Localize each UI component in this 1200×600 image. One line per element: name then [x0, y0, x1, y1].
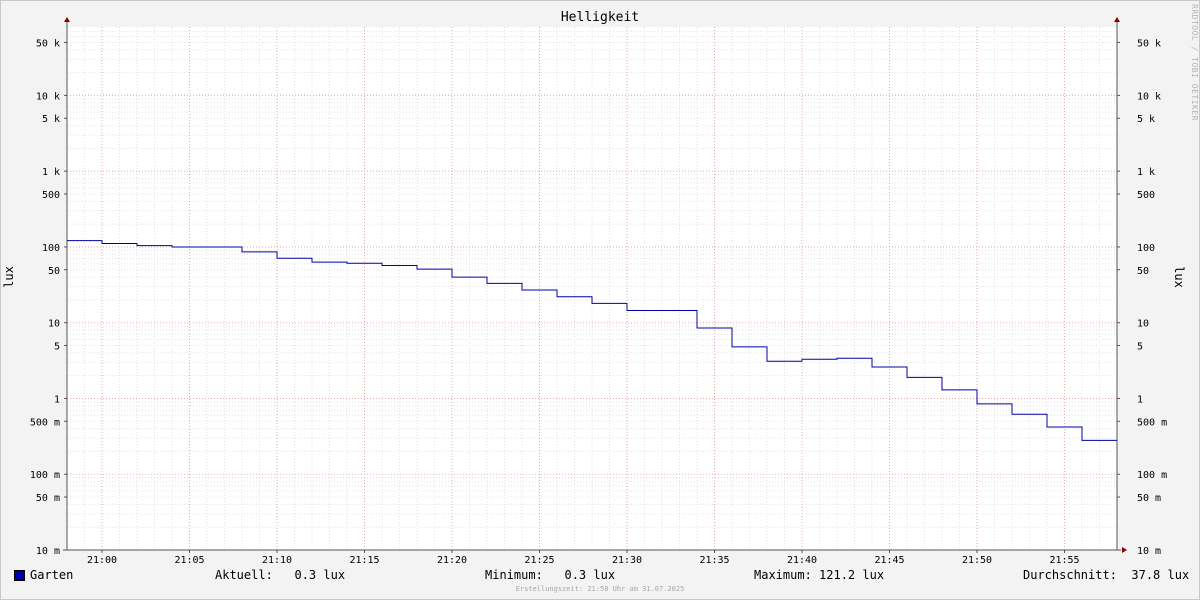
y-tick-label: 10: [48, 319, 60, 330]
y-tick-label: 1: [54, 394, 60, 405]
y-tick-label: 10 k: [1137, 91, 1161, 102]
x-tick-label: 21:40: [787, 555, 817, 566]
y-tick-label: 100 m: [1137, 470, 1167, 481]
y-tick-label: 50: [48, 266, 60, 277]
y-tick-label: 10 k: [36, 91, 60, 102]
y-tick-labels-right: 50 k 10 k 5 k 1 k 500 100 50 10 5 1 500 m 100 m 50 m…: [1137, 38, 1167, 557]
y-tick-label: 10 m: [1137, 546, 1161, 557]
x-axis-arrow: [1122, 547, 1127, 553]
x-tick-label: 21:25: [524, 555, 554, 566]
creation-timestamp: Erstellungszeit: 21:58 Uhr am 31.07.2025: [515, 585, 685, 593]
x-tick-label: 21:10: [262, 555, 292, 566]
y-tick-label: 50 k: [1137, 38, 1161, 49]
y-tick-label: 1 k: [42, 167, 60, 178]
y-tick-label: 50: [1137, 266, 1149, 277]
x-tick-label: 21:05: [174, 555, 204, 566]
legend-maximum: Maximum: 121.2 lux: [754, 568, 885, 582]
y-tick-label: 5: [1137, 342, 1143, 353]
y-axis-label-right: lux: [1171, 266, 1186, 288]
y-tick-label: 500: [42, 190, 60, 201]
x-tick-label: 21:45: [874, 555, 904, 566]
x-tick-label: 21:55: [1049, 555, 1079, 566]
y-tick-label: 50 k: [36, 38, 60, 49]
y-tick-label: 5 k: [42, 114, 60, 125]
y-tick-label: 5 k: [1137, 114, 1155, 125]
y-tick-label: 500 m: [1137, 417, 1167, 428]
y-tick-label: 10: [1137, 319, 1149, 330]
x-tick-labels: 21:00 21:05 21:10 21:15 21:20 21:25 21:30 21:35…: [87, 555, 1080, 566]
y-tick-label: 50 m: [1137, 493, 1161, 504]
y-tick-label: 1: [1137, 394, 1143, 405]
y-tick-label: 500 m: [30, 417, 60, 428]
legend-swatch-garten: [14, 570, 25, 581]
y-tick-label: 100: [1137, 243, 1155, 254]
x-tick-label: 21:00: [87, 555, 117, 566]
minor-grid: [66, 27, 1118, 550]
legend-durchschnitt: Durchschnitt: 37.8 lux: [1023, 568, 1190, 582]
legend-series-label: Garten: [30, 568, 74, 582]
y-tick-label: 10 m: [36, 546, 60, 557]
x-tick-label: 21:20: [437, 555, 467, 566]
y-tick-label: 100: [42, 243, 60, 254]
chart-title: Helligkeit: [560, 10, 640, 25]
legend-aktuell: Aktuell: 0.3 lux: [215, 568, 346, 582]
y-tick-label: 500: [1137, 190, 1155, 201]
y-tick-label: 1 k: [1137, 167, 1155, 178]
x-tick-label: 21:50: [962, 555, 992, 566]
x-tick-label: 21:15: [349, 555, 379, 566]
y-tick-label: 50 m: [36, 493, 60, 504]
chart-canvas: 50 k 10 k 5 k 1 k 500 100 50 10 5 1 500 m 100 m 50 m…: [30, 17, 1167, 566]
vendor-watermark: RRDTOOL / TOBI OETIKER: [1190, 4, 1199, 121]
legend-minimum: Minimum: 0.3 lux: [485, 568, 616, 582]
x-tick-label: 21:35: [699, 555, 729, 566]
y-tick-label: 100 m: [30, 470, 60, 481]
y-tick-label: 5: [54, 342, 60, 353]
y-axis-label-left: lux: [1, 266, 16, 288]
x-tick-label: 21:30: [612, 555, 642, 566]
y-tick-labels-left: 50 k 10 k 5 k 1 k 500 100 50 10 5 1 500 m 100 m 50 m…: [30, 38, 60, 557]
